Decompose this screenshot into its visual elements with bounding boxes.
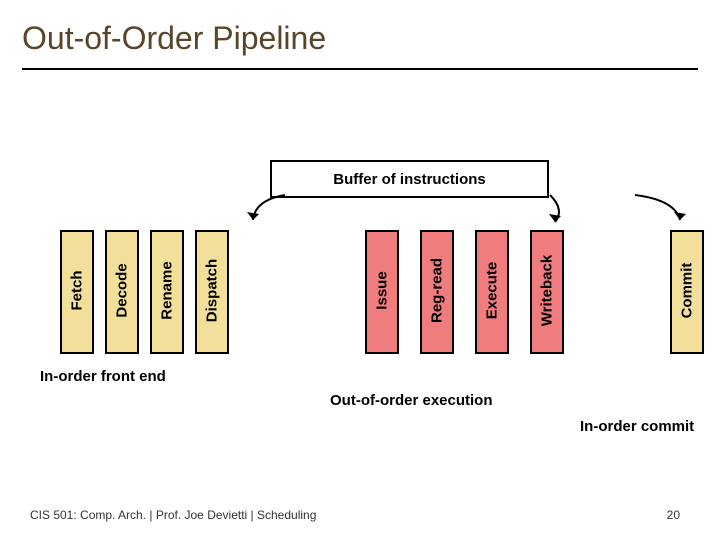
- stage-fetch: Fetch: [60, 230, 94, 354]
- stage-label: Fetch: [69, 231, 86, 351]
- footer-text: CIS 501: Comp. Arch. | Prof. Joe Deviett…: [30, 508, 316, 522]
- stage-execute: Execute: [475, 230, 509, 354]
- page-title: Out-of-Order Pipeline: [22, 20, 326, 57]
- buffer-label: Buffer of instructions: [333, 171, 486, 188]
- stage-decode: Decode: [105, 230, 139, 354]
- stage-label: Rename: [159, 231, 176, 351]
- stage-regread: Reg-read: [420, 230, 454, 354]
- slide: Out-of-Order Pipeline Buffer of instruct…: [0, 0, 720, 540]
- stage-label: Issue: [374, 231, 391, 351]
- stage-commit: Commit: [670, 230, 704, 354]
- front-end-label: In-order front end: [40, 368, 166, 385]
- arrow-right-icon: [630, 190, 690, 230]
- buffer-of-instructions-box: Buffer of instructions: [270, 160, 549, 198]
- stage-label: Commit: [679, 231, 696, 351]
- ooo-label: Out-of-order execution: [330, 392, 493, 409]
- stage-issue: Issue: [365, 230, 399, 354]
- arrow-mid-icon: [545, 190, 605, 230]
- commit-label: In-order commit: [580, 418, 694, 435]
- title-underline: [22, 68, 698, 70]
- stage-label: Reg-read: [429, 231, 446, 351]
- stage-rename: Rename: [150, 230, 184, 354]
- stage-writeback: Writeback: [530, 230, 564, 354]
- page-number: 20: [667, 508, 680, 522]
- stage-label: Dispatch: [204, 231, 221, 351]
- stage-dispatch: Dispatch: [195, 230, 229, 354]
- stage-label: Decode: [114, 231, 131, 351]
- stage-label: Execute: [484, 231, 501, 351]
- stage-label: Writeback: [539, 231, 556, 351]
